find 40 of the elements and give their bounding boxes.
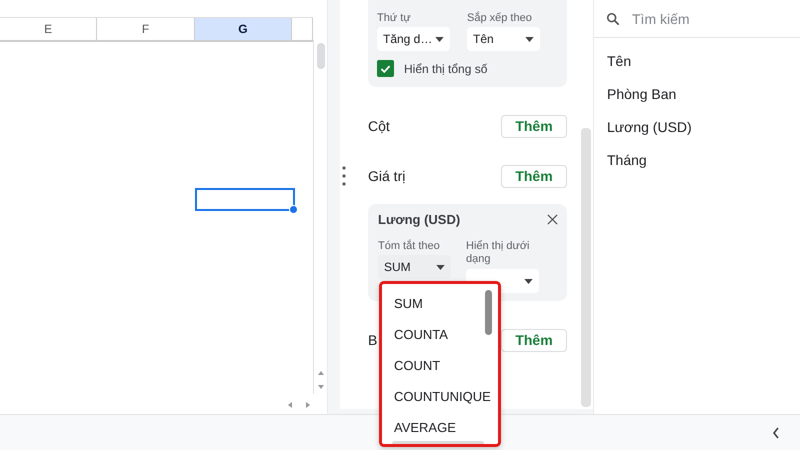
sort-by-label: Sắp xếp theo (467, 12, 533, 24)
field-item[interactable]: Tên (594, 45, 800, 78)
field-item[interactable]: Tháng (594, 144, 800, 177)
sort-by-select[interactable]: Tên (467, 27, 540, 51)
column-header[interactable]: E (0, 18, 98, 40)
section-label: Cột (368, 118, 390, 134)
value-title: Lương (USD) (378, 212, 460, 227)
caret-icon (524, 278, 533, 284)
caret-icon (435, 36, 444, 42)
caret-icon (525, 36, 534, 42)
menu-option[interactable]: SUM (382, 294, 498, 325)
summarize-select[interactable]: SUM (378, 255, 451, 279)
field-item[interactable]: Lương (USD) (594, 111, 800, 144)
section-label: B (368, 332, 378, 348)
field-item[interactable]: Phòng Ban (594, 78, 800, 111)
caret-icon (436, 264, 445, 270)
scrollbar-thumb[interactable] (485, 290, 492, 335)
checkbox[interactable] (377, 60, 394, 77)
add-button[interactable]: Thêm (501, 328, 567, 352)
menu-option[interactable]: AVERAGE (382, 418, 498, 444)
drag-handle-icon[interactable] (342, 166, 346, 186)
order-label: Thứ tự (377, 12, 412, 24)
menu-option[interactable]: COUNTUNIQUE (382, 387, 498, 418)
selected-cell[interactable] (195, 188, 295, 211)
menu-option[interactable]: COUNTA (382, 325, 498, 356)
menu-option[interactable]: COUNT (382, 356, 498, 387)
show-as-label: Hiển thị dưới dạng (466, 240, 530, 266)
chevron-left-icon[interactable] (772, 426, 780, 438)
add-button[interactable]: Thêm (501, 114, 567, 138)
search-field[interactable]: Tìm kiếm (632, 10, 782, 26)
scrollbar-thumb[interactable] (317, 43, 325, 69)
summarize-label: Tóm tắt theo (378, 240, 441, 252)
order-select[interactable]: Tăng d… (377, 27, 450, 51)
column-header[interactable]: G (194, 18, 292, 40)
close-icon[interactable] (547, 214, 558, 225)
show-totals-label: Hiển thị tổng số (404, 62, 488, 76)
scrollbar-thumb[interactable] (581, 128, 591, 407)
search-icon (606, 12, 620, 26)
add-button[interactable]: Thêm (501, 164, 567, 188)
section-label: Giá trị (368, 168, 406, 184)
